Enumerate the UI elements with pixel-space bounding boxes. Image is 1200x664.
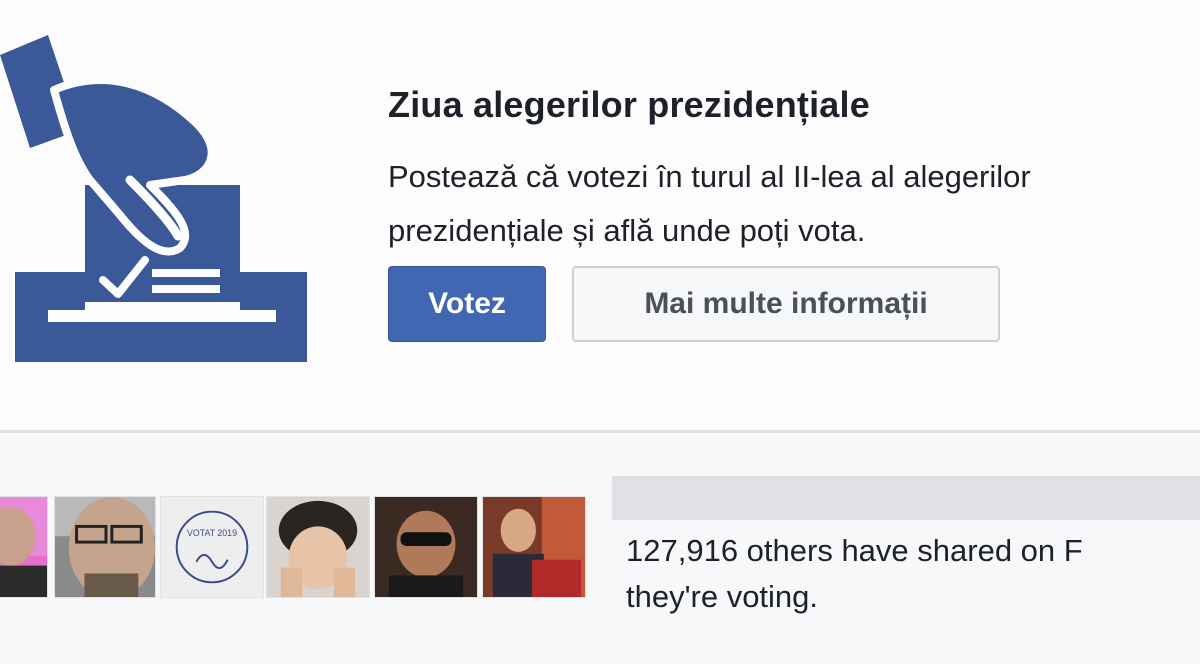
- ballot-box-hand-icon: [0, 10, 330, 370]
- friend-avatar-1[interactable]: [0, 496, 48, 598]
- friend-avatar-4[interactable]: [266, 496, 370, 598]
- election-banner-card: Ziua alegerilor prezidențiale Postează c…: [0, 0, 1200, 430]
- friend-avatar-5[interactable]: [374, 496, 478, 598]
- more-info-button[interactable]: Mai multe informații: [572, 266, 1000, 342]
- shared-count-text: 127,916 others have shared on F they're …: [626, 528, 1200, 620]
- shared-text-line-2: they're voting.: [626, 579, 819, 614]
- stamp-text: VOTAT 2019: [187, 528, 237, 538]
- friend-avatar-2[interactable]: [54, 496, 156, 598]
- shared-text-line-1: 127,916 others have shared on F: [626, 533, 1083, 568]
- banner-description: Postează că votezi în turul al II-lea al…: [388, 159, 1031, 248]
- friend-avatar-6[interactable]: [482, 496, 586, 598]
- vote-button[interactable]: Votez: [388, 266, 546, 342]
- banner-title: Ziua alegerilor prezidențiale: [388, 84, 870, 125]
- friend-name-placeholder: [612, 476, 1200, 520]
- friend-avatar-3[interactable]: VOTAT 2019: [160, 496, 264, 598]
